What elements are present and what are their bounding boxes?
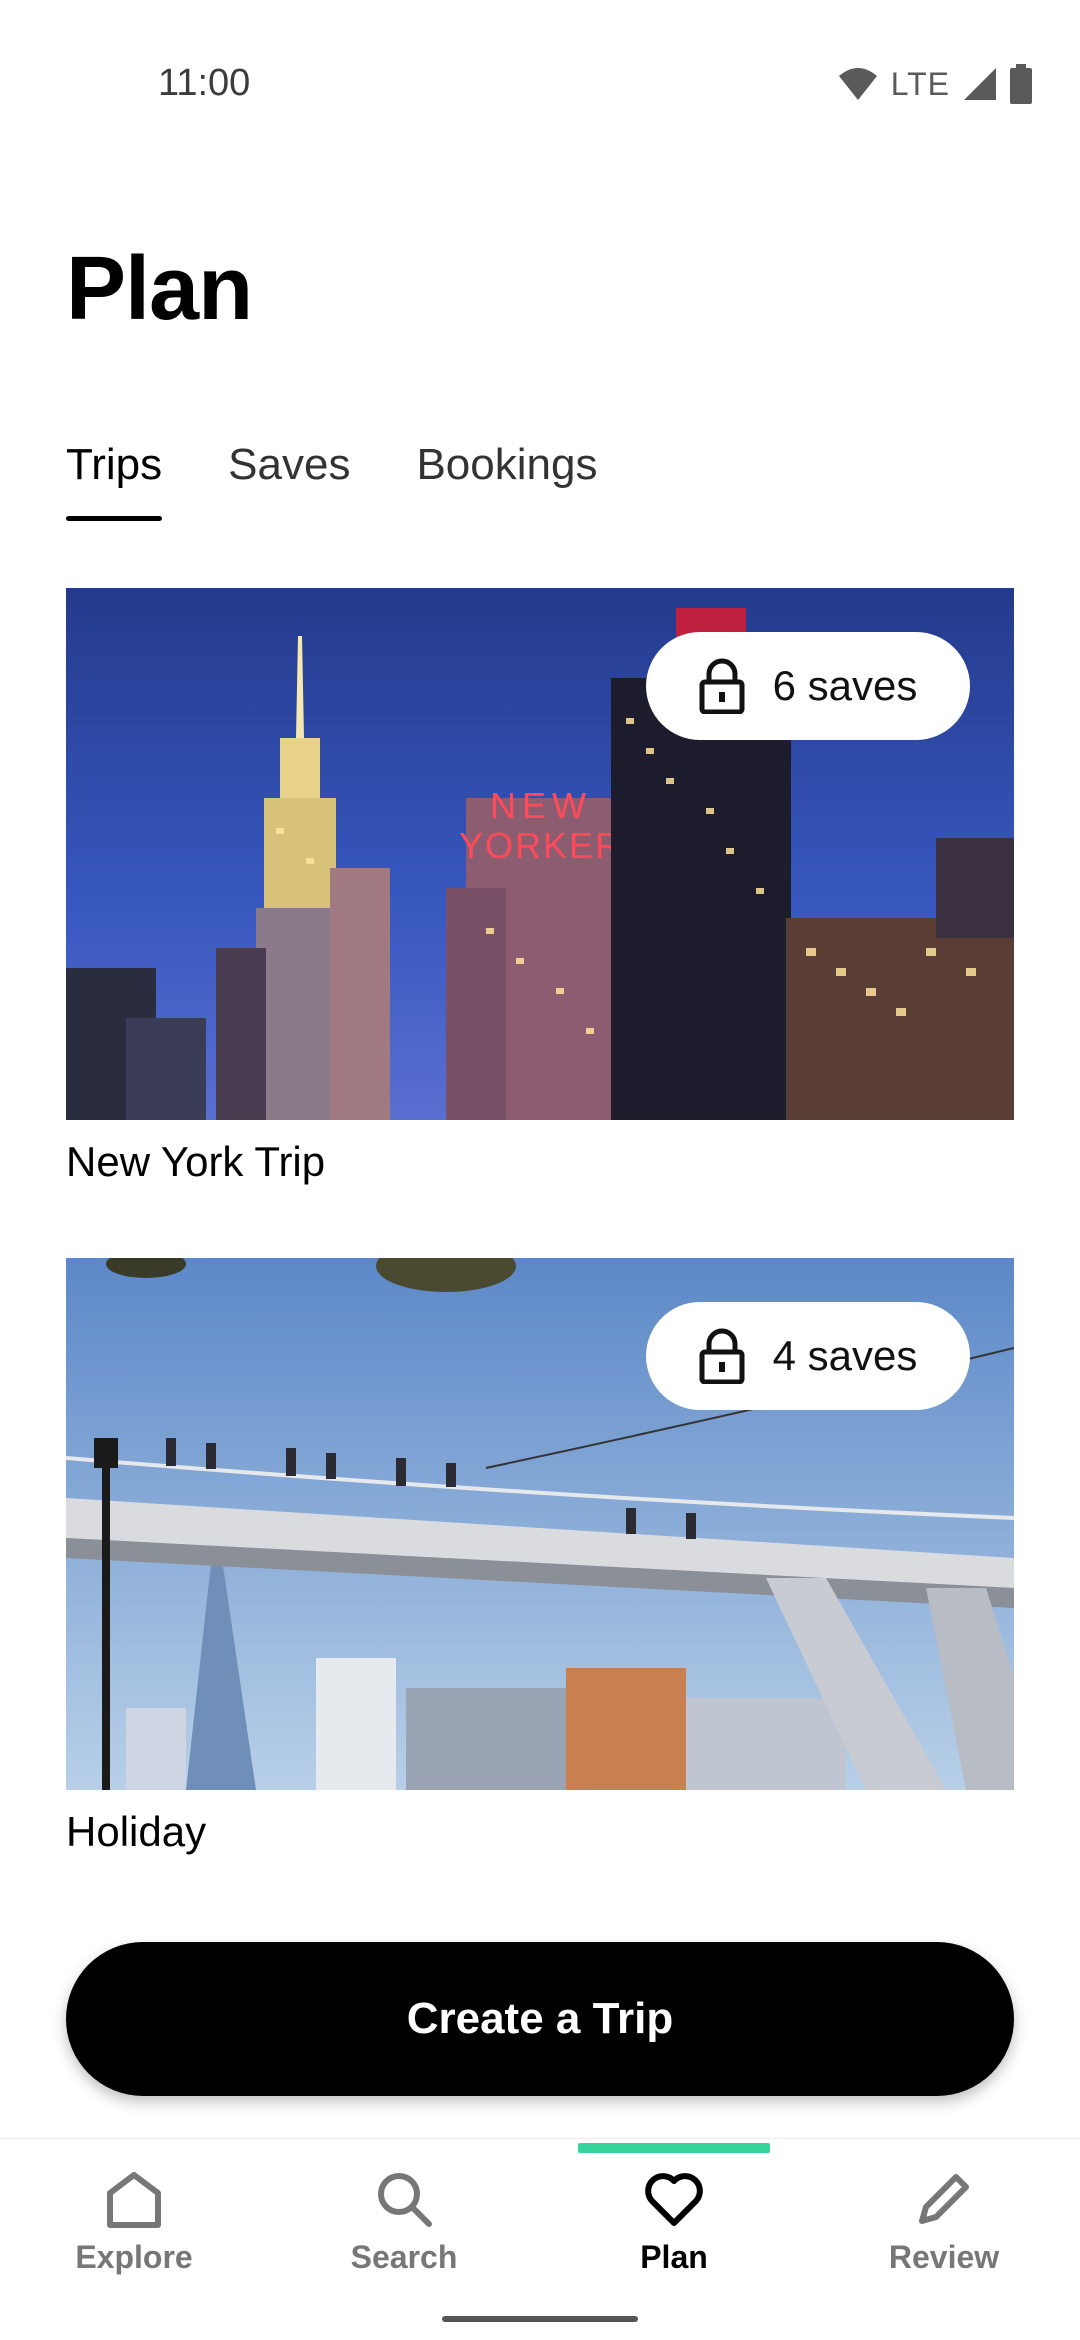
nav-item-plan[interactable]: Plan [574,2169,774,2276]
trip-card-holiday[interactable]: 4 saves Holiday [66,1258,1014,1856]
trip-image-new-york[interactable]: NEW YORKER 6 saves [66,588,1014,1120]
home-indicator[interactable] [442,2316,638,2322]
status-bar: 11:00 LTE [0,0,1080,170]
nav-active-indicator [578,2143,770,2153]
bottom-nav: Explore Search Plan Review [0,2138,1080,2340]
home-icon [107,2172,161,2228]
page-title: Plan [66,239,253,339]
wifi-icon [838,68,877,100]
heart-icon [645,2173,703,2226]
saves-badge: 6 saves [646,632,970,740]
tab-bar: Trips Saves Bookings [66,440,597,524]
signal-icon [964,68,996,100]
lock-icon [699,1328,745,1384]
saves-count: 6 saves [772,662,918,709]
pencil-icon [919,2174,969,2224]
nav-item-search[interactable]: Search [304,2169,504,2276]
battery-icon [1010,64,1032,104]
nav-label: Explore [75,2239,193,2275]
create-trip-button[interactable]: Create a Trip [66,1942,1014,2096]
nav-label: Plan [640,2239,708,2275]
nav-label: Search [350,2239,458,2275]
lock-icon [699,658,745,714]
nav-label: Review [888,2239,1000,2275]
nav-item-explore[interactable]: Explore [34,2169,234,2276]
saves-badge: 4 saves [646,1302,970,1410]
network-type: LTE [890,65,950,102]
tab-trips[interactable]: Trips [66,440,163,524]
status-time: 11:00 [158,62,251,104]
trip-image-holiday[interactable]: 4 saves [66,1258,1014,1790]
tab-saves[interactable]: Saves [228,440,350,524]
nav-item-review[interactable]: Review [844,2169,1044,2276]
plan-screen: 11:00 LTE Plan Trips Saves Bookings NEW … [0,0,1080,2340]
status-icons: LTE [837,62,1032,106]
sign-new: NEW [490,785,592,826]
trip-card-new-york[interactable]: NEW YORKER 6 saves New York Trip [66,588,1014,1186]
saves-count: 4 saves [772,1332,918,1379]
sign-yorker: YORKER [459,825,623,866]
tab-bookings[interactable]: Bookings [416,440,597,524]
trip-title[interactable]: Holiday [66,1808,1014,1856]
search-icon [378,2173,432,2227]
trip-title[interactable]: New York Trip [66,1138,1014,1186]
